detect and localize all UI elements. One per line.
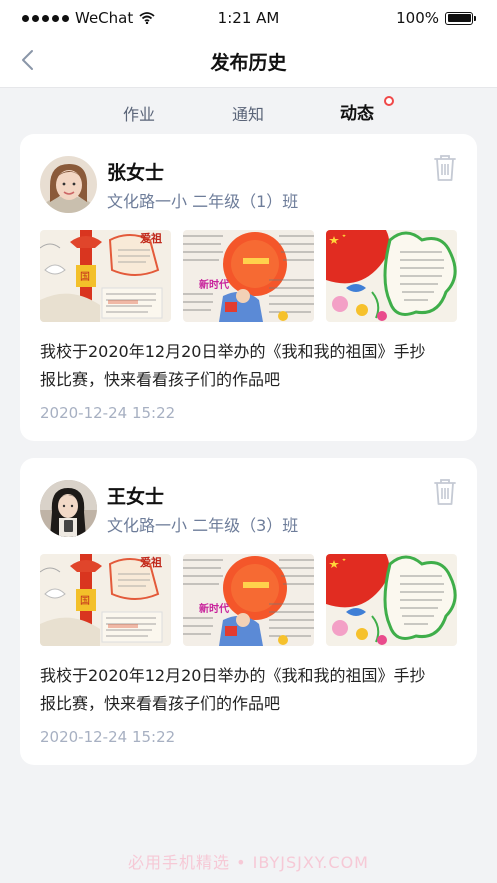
post-image-1[interactable]: 国 爱祖 — [40, 554, 171, 646]
post-text: 我校于2020年12月20日举办的《我和我的祖国》手抄 报比赛，快来看看孩子们的… — [40, 338, 460, 394]
tab-homework[interactable]: 作业 — [123, 101, 155, 125]
svg-text:国: 国 — [80, 595, 90, 607]
author-name: 王女士 — [107, 486, 165, 508]
post-image-3[interactable] — [326, 554, 457, 646]
post-text-line: 我校于2020年12月20日举办的《我和我的祖国》手抄 — [40, 666, 426, 685]
battery-percent: 100% — [396, 9, 439, 27]
svg-text:新时代: 新时代 — [199, 278, 229, 291]
battery-icon — [445, 11, 476, 25]
post-image-1[interactable]: 国 爱祖 — [40, 230, 171, 322]
delete-button[interactable] — [433, 478, 457, 506]
avatar[interactable] — [40, 156, 97, 213]
trash-icon — [434, 155, 456, 181]
post-card: 张女士 文化路一小 二年级（1）班 国 爱祖 新时代 我校于2020年12月20… — [20, 134, 477, 441]
status-bar: WeChat 1:21 AM 100% — [0, 0, 497, 36]
post-image-3[interactable] — [326, 230, 457, 322]
watermark: 必用手机精选 • IBYJSJXY.COM — [128, 853, 369, 872]
svg-text:爱祖: 爱祖 — [140, 555, 162, 569]
post-text-line: 报比赛，快来看看孩子们的作品吧 — [40, 694, 281, 713]
post-image-2[interactable]: 新时代 — [183, 554, 314, 646]
tab-moments[interactable]: 动态 — [340, 99, 374, 124]
tab-bar: 作业 通知 动态 — [0, 96, 497, 128]
post-timestamp: 2020-12-24 15:22 — [40, 728, 176, 746]
class-label: 文化路一小 二年级（1）班 — [107, 192, 299, 211]
status-right: 100% — [396, 9, 476, 27]
post-timestamp: 2020-12-24 15:22 — [40, 404, 176, 422]
post-image-2[interactable]: 新时代 — [183, 230, 314, 322]
post-text-line: 报比赛，快来看看孩子们的作品吧 — [40, 370, 281, 389]
nav-bar: 发布历史 — [0, 36, 497, 88]
post-card: 王女士 文化路一小 二年级（3）班 国 爱祖 新时代 我校于2020年12月20… — [20, 458, 477, 765]
tab-notice[interactable]: 通知 — [232, 101, 264, 125]
post-text: 我校于2020年12月20日举办的《我和我的祖国》手抄 报比赛，快来看看孩子们的… — [40, 662, 460, 718]
tab-badge-dot — [384, 96, 394, 106]
page-title: 发布历史 — [210, 52, 287, 74]
author-name: 张女士 — [107, 162, 165, 184]
delete-button[interactable] — [433, 154, 457, 182]
post-text-line: 我校于2020年12月20日举办的《我和我的祖国》手抄 — [40, 342, 426, 361]
class-label: 文化路一小 二年级（3）班 — [107, 516, 299, 535]
svg-text:国: 国 — [80, 271, 90, 283]
trash-icon — [434, 479, 456, 505]
avatar[interactable] — [40, 480, 97, 537]
svg-text:爱祖: 爱祖 — [140, 231, 162, 245]
svg-text:新时代: 新时代 — [199, 602, 229, 615]
